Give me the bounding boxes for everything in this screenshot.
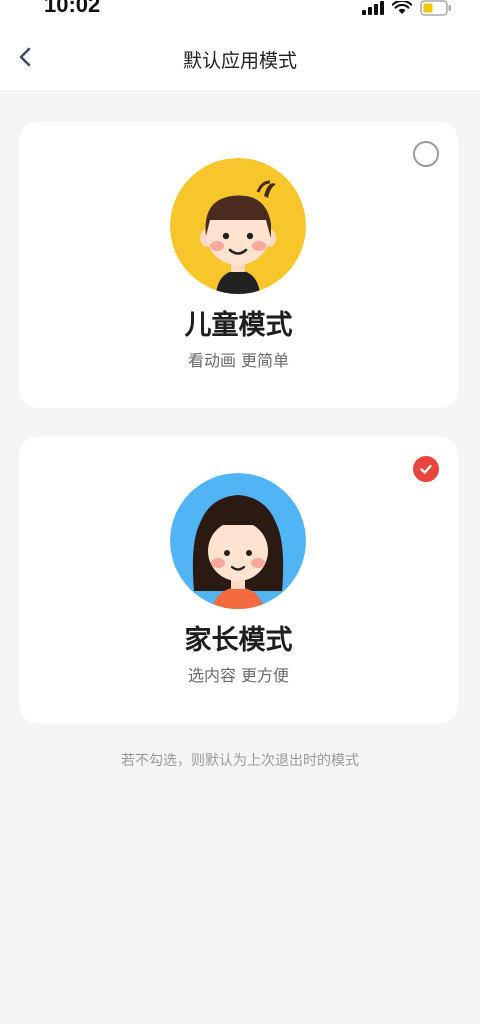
status-icons xyxy=(362,0,452,18)
signal-icon xyxy=(362,0,384,19)
kids-mode-subtitle: 看动画 更简单 xyxy=(187,351,290,370)
parent-mode-title: 家长模式 xyxy=(184,625,293,656)
status-time: 10:02 xyxy=(44,0,101,17)
hint-text: 若不勾选，则默认为上次退出时的模式 xyxy=(121,753,359,769)
checkmark-icon xyxy=(420,464,432,474)
kids-mode-title: 儿童模式 xyxy=(184,310,293,341)
wifi-icon xyxy=(391,0,413,19)
kids-mode-radio[interactable] xyxy=(413,141,439,167)
status-bar: 10:02 xyxy=(0,0,480,22)
page-title: 默认应用模式 xyxy=(182,50,297,72)
girl-avatar xyxy=(170,473,306,609)
parent-mode-card[interactable]: 家长模式 选内容 更方便 xyxy=(19,437,458,723)
boy-avatar xyxy=(170,158,306,294)
kids-mode-card[interactable]: 儿童模式 看动画 更简单 xyxy=(19,122,458,408)
battery-icon xyxy=(420,0,452,20)
nav-bar: 默认应用模式 xyxy=(0,22,480,90)
parent-mode-subtitle: 选内容 更方便 xyxy=(187,666,290,685)
parent-mode-radio-checked[interactable] xyxy=(413,456,439,482)
